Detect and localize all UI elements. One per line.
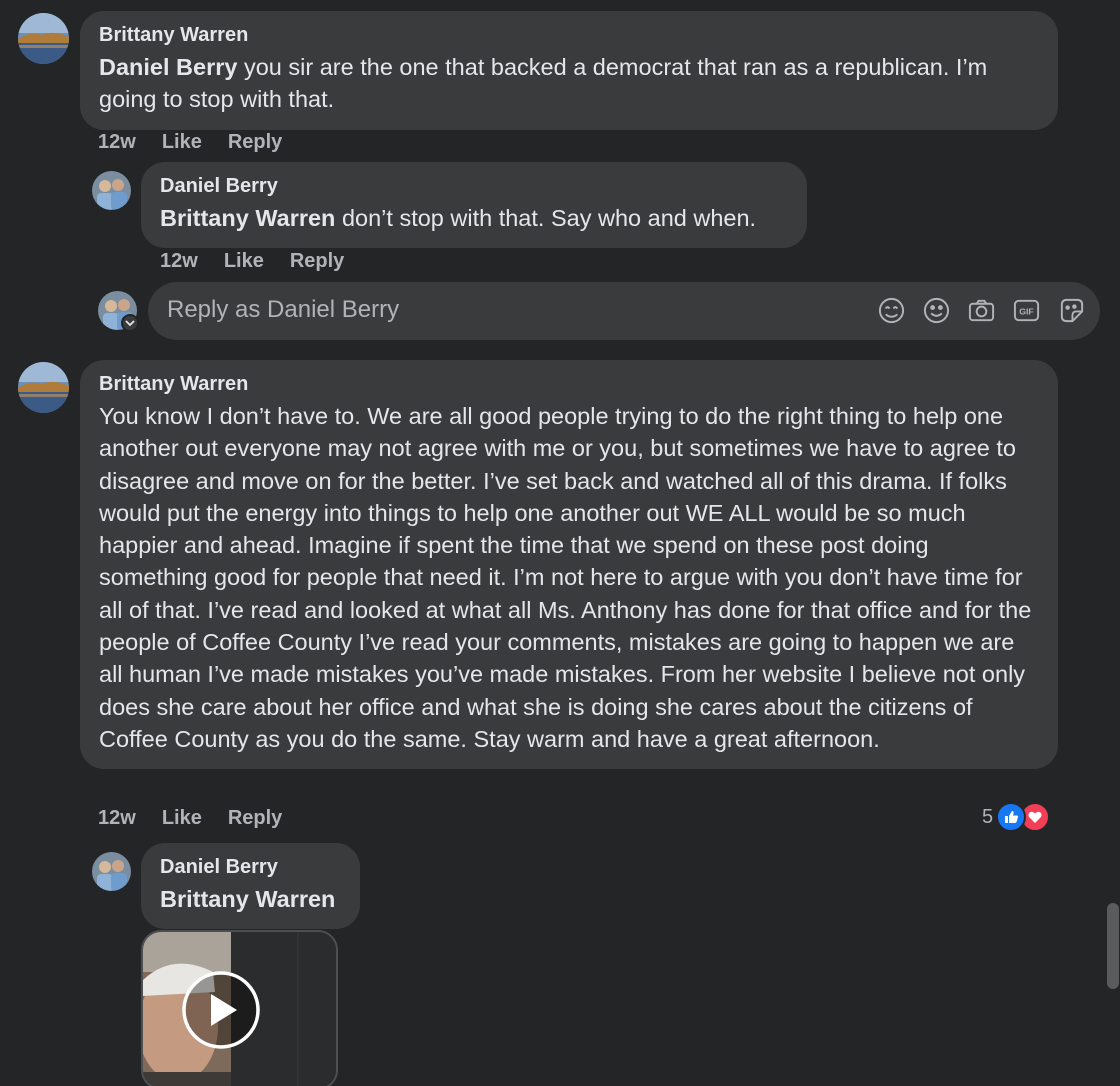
like-button[interactable]: Like: [162, 807, 202, 830]
reply-bubble: Daniel Berry Brittany Warren: [141, 843, 360, 930]
play-icon[interactable]: [181, 970, 261, 1050]
timestamp[interactable]: 12w: [98, 131, 136, 154]
sticker-icon[interactable]: [1057, 296, 1086, 325]
comment-bubble: Brittany Warren You know I don’t have to…: [80, 360, 1058, 770]
camera-icon[interactable]: [967, 296, 996, 325]
avatar-daniel-berry[interactable]: [92, 171, 131, 210]
reply-button[interactable]: Reply: [290, 250, 344, 273]
video-attachment[interactable]: [141, 930, 338, 1086]
composer-toolbar: GIF: [877, 296, 1086, 325]
mention-tag[interactable]: Brittany Warren: [160, 205, 335, 231]
comment-author[interactable]: Daniel Berry: [160, 176, 788, 196]
comment-text: You know I don’t have to. We are all goo…: [99, 403, 1032, 752]
comment-text: Brittany Warren don’t stop with that. Sa…: [160, 202, 788, 234]
avatar-daniel-berry[interactable]: [92, 852, 131, 891]
comment-bubble: Brittany Warren Daniel Berry you sir are…: [80, 11, 1058, 130]
emoji-icon[interactable]: [922, 296, 951, 325]
comment-author[interactable]: Brittany Warren: [99, 374, 1039, 394]
gif-icon[interactable]: GIF: [1012, 296, 1041, 325]
avatar-brittany-warren[interactable]: [18, 13, 69, 64]
timestamp[interactable]: 12w: [98, 807, 136, 830]
comment-actions: 12w Like Reply: [98, 131, 282, 154]
reply-input[interactable]: Reply as Daniel Berry GIF: [148, 282, 1100, 340]
like-button[interactable]: Like: [224, 250, 264, 273]
composer-avatar[interactable]: [98, 291, 139, 332]
reaction-count: 5: [982, 805, 994, 828]
timestamp[interactable]: 12w: [160, 250, 198, 273]
mention-tag[interactable]: Daniel Berry: [99, 54, 237, 80]
comment-body: don’t stop with that. Say who and when.: [335, 205, 757, 231]
comment-text: Brittany Warren: [160, 883, 341, 915]
reply-bubble: Daniel Berry Brittany Warren don’t stop …: [141, 162, 807, 249]
reply-placeholder: Reply as Daniel Berry: [167, 296, 400, 323]
comment-text: Daniel Berry you sir are the one that ba…: [99, 51, 1039, 116]
scrollbar-thumb[interactable]: [1107, 903, 1119, 989]
like-button[interactable]: Like: [162, 131, 202, 154]
comment-thread: Brittany Warren Daniel Berry you sir are…: [0, 0, 1120, 1086]
reaction-summary[interactable]: 5: [982, 802, 1051, 832]
reply-button[interactable]: Reply: [228, 807, 282, 830]
avatar-brittany-warren[interactable]: [18, 362, 69, 413]
comment-author[interactable]: Brittany Warren: [99, 25, 1039, 45]
mention-tag[interactable]: Brittany Warren: [160, 886, 335, 912]
svg-text:GIF: GIF: [1019, 306, 1033, 316]
like-reaction-icon: [996, 802, 1027, 832]
comment-author[interactable]: Daniel Berry: [160, 857, 341, 877]
reply-button[interactable]: Reply: [228, 131, 282, 154]
avatar-sticker-icon[interactable]: [877, 296, 906, 325]
comment-actions: 12w Like Reply: [98, 807, 282, 830]
comment-actions: 12w Like Reply: [160, 250, 344, 273]
